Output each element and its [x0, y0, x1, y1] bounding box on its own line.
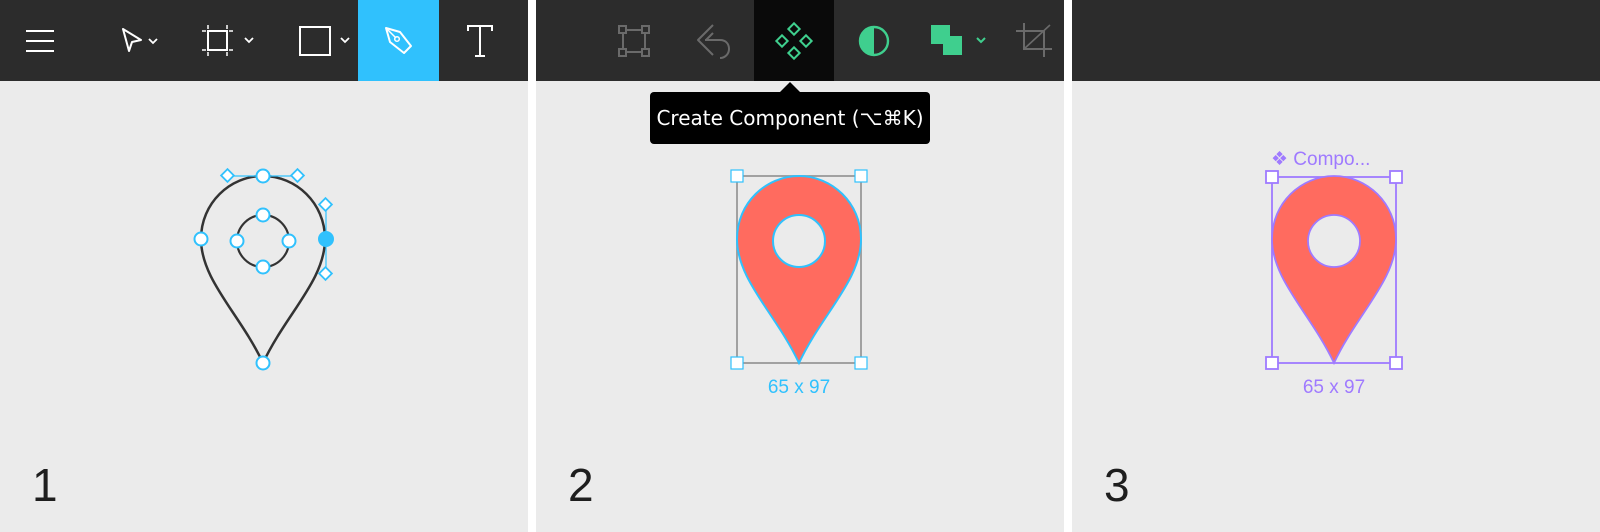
chevron-down-icon — [976, 36, 986, 43]
step-number: 1 — [32, 459, 58, 511]
step-number: 3 — [1104, 459, 1130, 511]
hamburger-menu-icon — [26, 29, 54, 52]
resize-handle[interactable] — [1265, 356, 1279, 370]
step-number: 2 — [568, 459, 594, 511]
resize-handle[interactable] — [1389, 170, 1403, 184]
boolean-union-icon — [931, 24, 986, 55]
resize-handle[interactable] — [854, 356, 868, 370]
tooltip: Create Component (⌥⌘K) — [650, 92, 930, 144]
chevron-down-icon — [148, 37, 158, 44]
resize-handle[interactable] — [1389, 356, 1403, 370]
location-pin-shape — [1271, 175, 1397, 366]
dimension-label: 65 x 97 — [1302, 377, 1366, 398]
rectangle-tool-icon — [299, 25, 350, 56]
reset-icon — [697, 23, 731, 59]
edit-object-icon — [618, 24, 650, 57]
pin-component[interactable] — [1072, 81, 1600, 532]
crop-button[interactable] — [1016, 0, 1064, 81]
rectangle-tool-button[interactable] — [280, 0, 362, 81]
mask-icon — [858, 25, 890, 56]
bezier-handle[interactable] — [219, 167, 236, 184]
vector-point[interactable] — [229, 233, 245, 249]
bezier-handle[interactable] — [317, 265, 334, 282]
resize-handle[interactable] — [730, 169, 744, 183]
vector-point[interactable] — [281, 233, 297, 249]
vector-point[interactable] — [193, 231, 209, 247]
toolbar — [0, 0, 528, 81]
canvas — [0, 81, 528, 532]
frame-tool-icon — [202, 24, 254, 56]
frame-tool-button[interactable] — [184, 0, 266, 81]
crop-icon — [1016, 22, 1052, 57]
chevron-down-icon — [244, 36, 254, 43]
step-3-panel: ❖ Compo... 65 x 97 3 — [1072, 0, 1600, 532]
text-tool-button[interactable] — [439, 0, 520, 81]
resize-handle[interactable] — [1265, 170, 1279, 184]
toolbar — [536, 0, 1064, 81]
canvas: 65 x 97 — [536, 81, 1064, 532]
pin-hole-path — [235, 213, 291, 269]
step-2-panel: 65 x 97 Create Component (⌥⌘K) 2 — [536, 0, 1064, 532]
bezier-handle[interactable] — [289, 167, 306, 184]
pin-vector-edit[interactable] — [0, 81, 528, 532]
vector-point[interactable] — [255, 355, 271, 371]
vector-point[interactable] — [255, 207, 271, 223]
pen-tool-button[interactable] — [358, 0, 439, 81]
boolean-groups-button[interactable] — [919, 0, 1003, 81]
step-1-panel: 1 — [0, 0, 528, 532]
canvas: ❖ Compo... 65 x 97 — [1072, 81, 1600, 532]
resize-handle[interactable] — [730, 356, 744, 370]
location-pin-shape — [735, 174, 863, 366]
dimension-label: 65 x 97 — [767, 377, 831, 398]
edit-object-button[interactable] — [594, 0, 674, 81]
text-tool-icon — [466, 24, 493, 57]
move-tool-button[interactable] — [90, 0, 172, 81]
move-tool-icon — [122, 27, 158, 52]
toolbar — [1072, 0, 1600, 81]
mask-button[interactable] — [834, 0, 914, 81]
pin-selection[interactable] — [536, 81, 1064, 532]
resize-handle[interactable] — [854, 169, 868, 183]
main-menu-button[interactable] — [8, 0, 72, 81]
vector-point-selected[interactable] — [318, 231, 334, 247]
bezier-handle[interactable] — [317, 196, 334, 213]
reset-button[interactable] — [674, 0, 754, 81]
create-component-icon — [774, 21, 814, 60]
pen-tool-icon — [384, 26, 412, 54]
create-component-button[interactable] — [754, 0, 834, 81]
chevron-down-icon — [340, 36, 350, 43]
vector-point[interactable] — [255, 259, 271, 275]
vector-point[interactable] — [255, 168, 271, 184]
